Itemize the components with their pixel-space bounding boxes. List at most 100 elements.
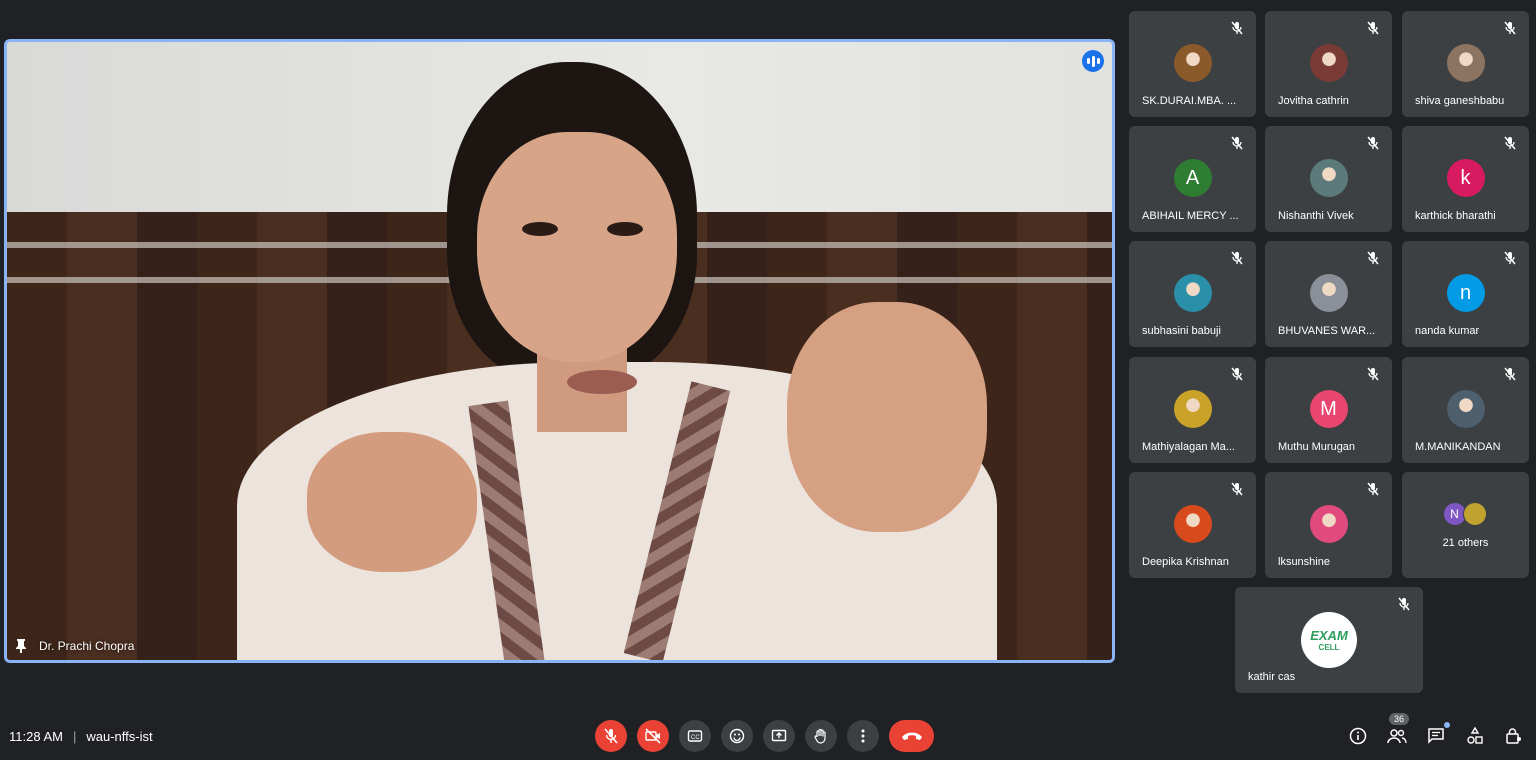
participant-photo-avatar (1173, 274, 1212, 312)
lock-person-icon (1506, 728, 1521, 744)
speaker-eye (522, 222, 558, 236)
reactions-button[interactable] (721, 720, 753, 752)
chat-button[interactable] (1426, 722, 1450, 746)
pin-icon[interactable] (15, 638, 27, 654)
mic-off-icon (1366, 136, 1380, 150)
participant-photo-avatar (1173, 44, 1212, 82)
participant-tile[interactable]: SK.DURAI.MBA. ... (1129, 11, 1256, 117)
participant-count-badge: 36 (1389, 713, 1410, 725)
others-label: 21 others (1442, 537, 1489, 549)
meeting-details-button[interactable] (1348, 726, 1368, 746)
mic-off-icon (1503, 251, 1517, 265)
people-icon (1387, 729, 1407, 744)
participant-tile[interactable]: Nishanthi Vivek (1265, 126, 1392, 232)
speaker-name-tag: Dr. Prachi Chopra (15, 638, 134, 654)
participant-tile[interactable]: subhasini babuji (1129, 241, 1256, 347)
participant-name: kathir cas (1248, 671, 1296, 683)
participant-tile[interactable]: Mathiyalagan Ma... (1129, 357, 1256, 463)
mic-toggle-button[interactable] (595, 720, 627, 752)
speaker-name: Dr. Prachi Chopra (39, 639, 135, 653)
participant-tile[interactable]: A ABIHAIL MERCY ... (1129, 126, 1256, 232)
mic-off-icon (604, 728, 618, 744)
participant-initial-avatar: M (1309, 390, 1348, 428)
participant-name: subhasini babuji (1142, 325, 1221, 337)
more-options-button[interactable] (847, 720, 879, 752)
participant-tile[interactable]: lksunshine (1265, 472, 1392, 578)
participant-name: nanda kumar (1415, 325, 1480, 337)
separator: | (72, 729, 77, 744)
participant-name: shiva ganeshbabu (1415, 95, 1505, 107)
participant-photo-avatar (1446, 44, 1485, 82)
participant-name: Deepika Krishnan (1142, 556, 1229, 568)
others-avatars: N (1442, 502, 1487, 526)
emoji-icon (729, 728, 745, 744)
mic-off-icon (1230, 251, 1244, 265)
hand-icon (814, 728, 826, 744)
avatar-text: CELL (1318, 643, 1340, 652)
participant-photo-avatar (1309, 274, 1348, 312)
participant-name: Jovitha cathrin (1278, 95, 1349, 107)
raise-hand-button[interactable] (805, 720, 837, 752)
mic-off-icon (1503, 367, 1517, 381)
participant-name: Nishanthi Vivek (1278, 210, 1354, 222)
participant-photo-avatar (1309, 505, 1348, 543)
speaker-right-hand (787, 302, 987, 532)
people-button[interactable]: 36 (1387, 713, 1410, 746)
participant-tile[interactable]: M Muthu Murugan (1265, 357, 1392, 463)
present-button[interactable] (763, 720, 795, 752)
unread-dot (1444, 722, 1450, 728)
participant-tile[interactable]: Jovitha cathrin (1265, 11, 1392, 117)
clock-time: 11:28 AM (9, 729, 63, 744)
call-end-icon (901, 732, 922, 740)
mic-off-icon (1503, 21, 1517, 35)
participant-photo-avatar (1309, 44, 1348, 82)
side-panel-buttons: 36 (1348, 713, 1524, 746)
participant-name: Muthu Murugan (1278, 441, 1356, 453)
mic-off-icon (1366, 21, 1380, 35)
captions-icon: CC (687, 730, 703, 742)
participant-tile[interactable]: k karthick bharathi (1402, 126, 1529, 232)
participant-tile[interactable]: Deepika Krishnan (1129, 472, 1256, 578)
mic-off-icon (1230, 482, 1244, 496)
avatar-text: EXAM (1310, 628, 1348, 643)
participant-photo-avatar (1173, 505, 1212, 543)
activities-button[interactable] (1465, 726, 1485, 746)
participant-name: BHUVANES WAR... (1278, 325, 1376, 337)
participant-photo-avatar (1446, 390, 1485, 428)
participant-tile[interactable]: M.MANIKANDAN (1402, 357, 1529, 463)
participant-name: M.MANIKANDAN (1415, 441, 1501, 453)
meet-window: Dr. Prachi Chopra SK.DURAI.MBA. ... Jovit… (0, 0, 1536, 760)
participant-photo-avatar (1173, 390, 1212, 428)
svg-text:CC: CC (691, 735, 700, 741)
activities-icon (1467, 727, 1483, 744)
speaker-mouth (567, 370, 637, 394)
mic-off-icon (1397, 597, 1411, 611)
info-icon (1349, 727, 1367, 745)
call-controls: CC (595, 720, 934, 752)
participant-name: SK.DURAI.MBA. ... (1142, 95, 1237, 107)
participant-name: ABIHAIL MERCY ... (1142, 210, 1239, 222)
speaking-indicator-icon (1082, 50, 1104, 72)
mic-off-icon (1366, 251, 1380, 265)
participant-tile-featured[interactable]: EXAM CELL kathir cas (1235, 587, 1423, 693)
chat-icon (1428, 728, 1444, 744)
participant-tile[interactable]: shiva ganeshbabu (1402, 11, 1529, 117)
participant-tile[interactable]: n nanda kumar (1402, 241, 1529, 347)
present-icon (771, 729, 787, 742)
participant-initial-avatar: k (1446, 159, 1485, 197)
speaker-video[interactable]: Dr. Prachi Chopra (4, 39, 1115, 663)
leave-call-button[interactable] (889, 720, 934, 752)
others-tile[interactable]: N 21 others (1402, 472, 1529, 578)
participant-photo-avatar (1309, 159, 1348, 197)
captions-button[interactable]: CC (679, 720, 711, 752)
camera-toggle-button[interactable] (637, 720, 669, 752)
participant-name: karthick bharathi (1415, 210, 1496, 222)
mic-off-icon (1230, 367, 1244, 381)
speaker-left-hand (307, 432, 477, 572)
participant-tile[interactable]: BHUVANES WAR... (1265, 241, 1392, 347)
exam-cell-avatar: EXAM CELL (1301, 612, 1357, 668)
host-controls-button[interactable] (1504, 726, 1524, 746)
participant-initial-avatar: A (1173, 159, 1212, 197)
meeting-code: wau-nffs-ist (86, 729, 153, 744)
participant-name: Mathiyalagan Ma... (1142, 441, 1235, 453)
